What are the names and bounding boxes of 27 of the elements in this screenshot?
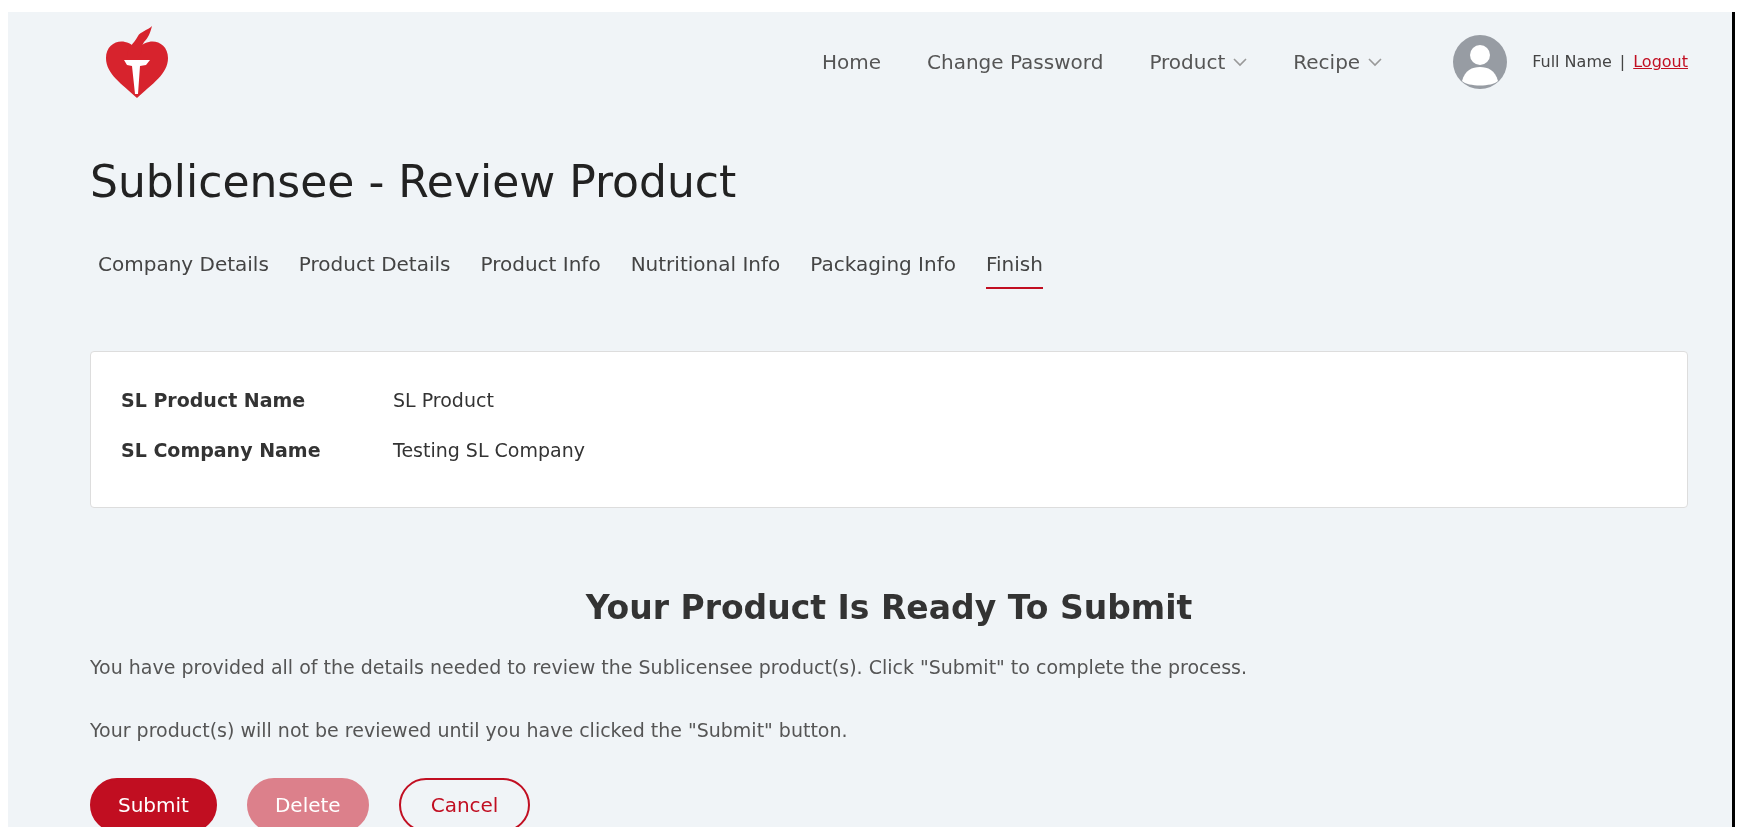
step-tab[interactable]: Company Details — [98, 238, 269, 289]
action-button[interactable]: Submit — [90, 778, 217, 827]
step-tab[interactable]: Nutritional Info — [630, 238, 781, 289]
field-value: SL Product — [393, 387, 494, 413]
chevron-down-icon — [1233, 57, 1248, 67]
nav-link[interactable]: Home — [821, 47, 881, 77]
field-value: Testing SL Company — [393, 438, 585, 464]
field-label: SL Product Name — [121, 387, 307, 413]
heart-torch-logo[interactable] — [104, 24, 170, 100]
cancel-button[interactable]: Cancel — [398, 778, 531, 827]
step-tab[interactable]: Finish — [985, 238, 1043, 289]
avatar-icon[interactable] — [1452, 34, 1509, 90]
field-label: SL Company Name — [121, 438, 322, 464]
user-name: Full Name — [1532, 51, 1612, 73]
page-title: Sublicensee - Review Product — [90, 156, 738, 209]
step-tab[interactable]: Packaging Info — [810, 238, 956, 289]
step-tab[interactable]: Product Details — [298, 238, 451, 289]
paragraph: You have provided all of the details needed to review the Sublicensee product(s). Click "Submit" to complete the process. — [90, 655, 1249, 681]
nav-link[interactable]: Change Password — [927, 47, 1104, 77]
logout-link[interactable]: Logout — [1633, 50, 1688, 74]
nav-dropdown[interactable]: Recipe — [1293, 47, 1383, 77]
section-heading: Your Product Is Ready To Submit — [584, 587, 1194, 628]
separator: | — [1619, 51, 1626, 73]
step-tab[interactable]: Product Info — [480, 238, 601, 289]
chevron-down-icon — [1368, 57, 1383, 67]
nav-dropdown[interactable]: Product — [1149, 47, 1248, 77]
paragraph: Your product(s) will not be reviewed until you have clicked the "Submit" button. — [90, 717, 849, 743]
